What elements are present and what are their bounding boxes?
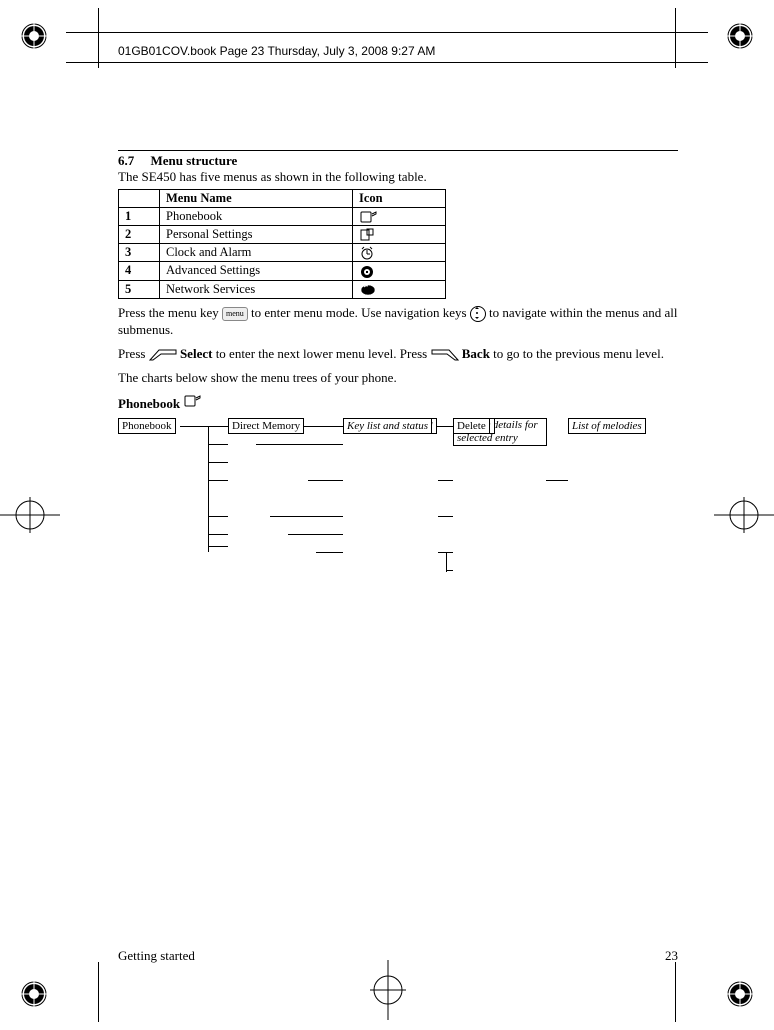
clock-icon bbox=[353, 244, 446, 262]
right-softkey-icon bbox=[431, 349, 459, 361]
section-heading: 6.7 Menu structure bbox=[118, 153, 678, 169]
crop-line bbox=[675, 8, 676, 68]
table-row: 1 Phonebook bbox=[119, 208, 446, 226]
tree-node-italic: Key list and status bbox=[343, 418, 432, 434]
row-idx: 1 bbox=[119, 208, 160, 226]
row-name: Clock and Alarm bbox=[160, 244, 353, 262]
tree-node-root: Phonebook bbox=[118, 418, 176, 434]
text: Press bbox=[118, 346, 149, 361]
back-label: Back bbox=[462, 346, 490, 361]
registration-mark-icon bbox=[726, 980, 754, 1008]
row-name: Network Services bbox=[160, 280, 353, 298]
text: to enter the next lower menu level. Pres… bbox=[216, 346, 431, 361]
crop-line bbox=[98, 962, 99, 1022]
select-label: Select bbox=[180, 346, 212, 361]
crop-mark-icon bbox=[0, 497, 60, 537]
crop-mark-icon bbox=[714, 497, 774, 537]
crop-line bbox=[98, 8, 99, 68]
tree-node: Delete bbox=[453, 418, 490, 434]
network-icon bbox=[353, 280, 446, 298]
tree-node-italic: List of melodies bbox=[568, 418, 646, 434]
phonebook-heading-text: Phonebook bbox=[118, 396, 183, 411]
row-idx: 3 bbox=[119, 244, 160, 262]
row-idx: 2 bbox=[119, 226, 160, 244]
left-softkey-icon bbox=[149, 349, 177, 361]
charts-line: The charts below show the menu trees of … bbox=[118, 370, 678, 386]
footer-section: Getting started bbox=[118, 948, 195, 964]
page-footer: Getting started 23 bbox=[118, 948, 678, 964]
table-header-icon: Icon bbox=[353, 190, 446, 208]
registration-mark-icon bbox=[726, 22, 754, 50]
table-header-blank bbox=[119, 190, 160, 208]
header-rule bbox=[66, 32, 708, 33]
header-rule bbox=[66, 62, 708, 63]
table-row: 3 Clock and Alarm bbox=[119, 244, 446, 262]
row-idx: 5 bbox=[119, 280, 160, 298]
navigation-key-icon bbox=[470, 306, 486, 322]
text: to go to the previous menu level. bbox=[493, 346, 664, 361]
press-menu-paragraph: Press the menu key menu to enter menu mo… bbox=[118, 305, 678, 338]
table-row: 2 Personal Settings bbox=[119, 226, 446, 244]
footer-page-number: 23 bbox=[665, 948, 678, 964]
press-select-paragraph: Press Select to enter the next lower men… bbox=[118, 346, 678, 362]
section-intro: The SE450 has five menus as shown in the… bbox=[118, 169, 678, 185]
advanced-icon bbox=[353, 262, 446, 280]
row-idx: 4 bbox=[119, 262, 160, 280]
phonebook-icon bbox=[183, 394, 201, 408]
text: to enter menu mode. Use navigation keys bbox=[251, 305, 470, 320]
menu-key-icon: menu bbox=[222, 307, 248, 321]
registration-mark-icon bbox=[20, 22, 48, 50]
menu-tree: Phonebook New Entry Enter Name: Enter Nu… bbox=[118, 418, 678, 588]
crop-mark-icon bbox=[370, 960, 406, 1024]
phonebook-heading: Phonebook bbox=[118, 394, 678, 412]
text: Press the menu key bbox=[118, 305, 222, 320]
table-row: 4 Advanced Settings bbox=[119, 262, 446, 280]
row-name: Personal Settings bbox=[160, 226, 353, 244]
book-header: 01GB01COV.book Page 23 Thursday, July 3,… bbox=[118, 44, 435, 58]
row-name: Advanced Settings bbox=[160, 262, 353, 280]
table-row: 5 Network Services bbox=[119, 280, 446, 298]
phonebook-icon bbox=[353, 208, 446, 226]
menu-table: Menu Name Icon 1 Phonebook 2 Personal Se… bbox=[118, 189, 446, 299]
tree-node: Direct Memory bbox=[228, 418, 304, 434]
section-rule bbox=[118, 150, 678, 151]
row-name: Phonebook bbox=[160, 208, 353, 226]
settings-icon bbox=[353, 226, 446, 244]
section-title: Menu structure bbox=[151, 153, 238, 168]
section-number: 6.7 bbox=[118, 153, 134, 168]
registration-mark-icon bbox=[20, 980, 48, 1008]
crop-line bbox=[675, 962, 676, 1022]
table-header-name: Menu Name bbox=[160, 190, 353, 208]
